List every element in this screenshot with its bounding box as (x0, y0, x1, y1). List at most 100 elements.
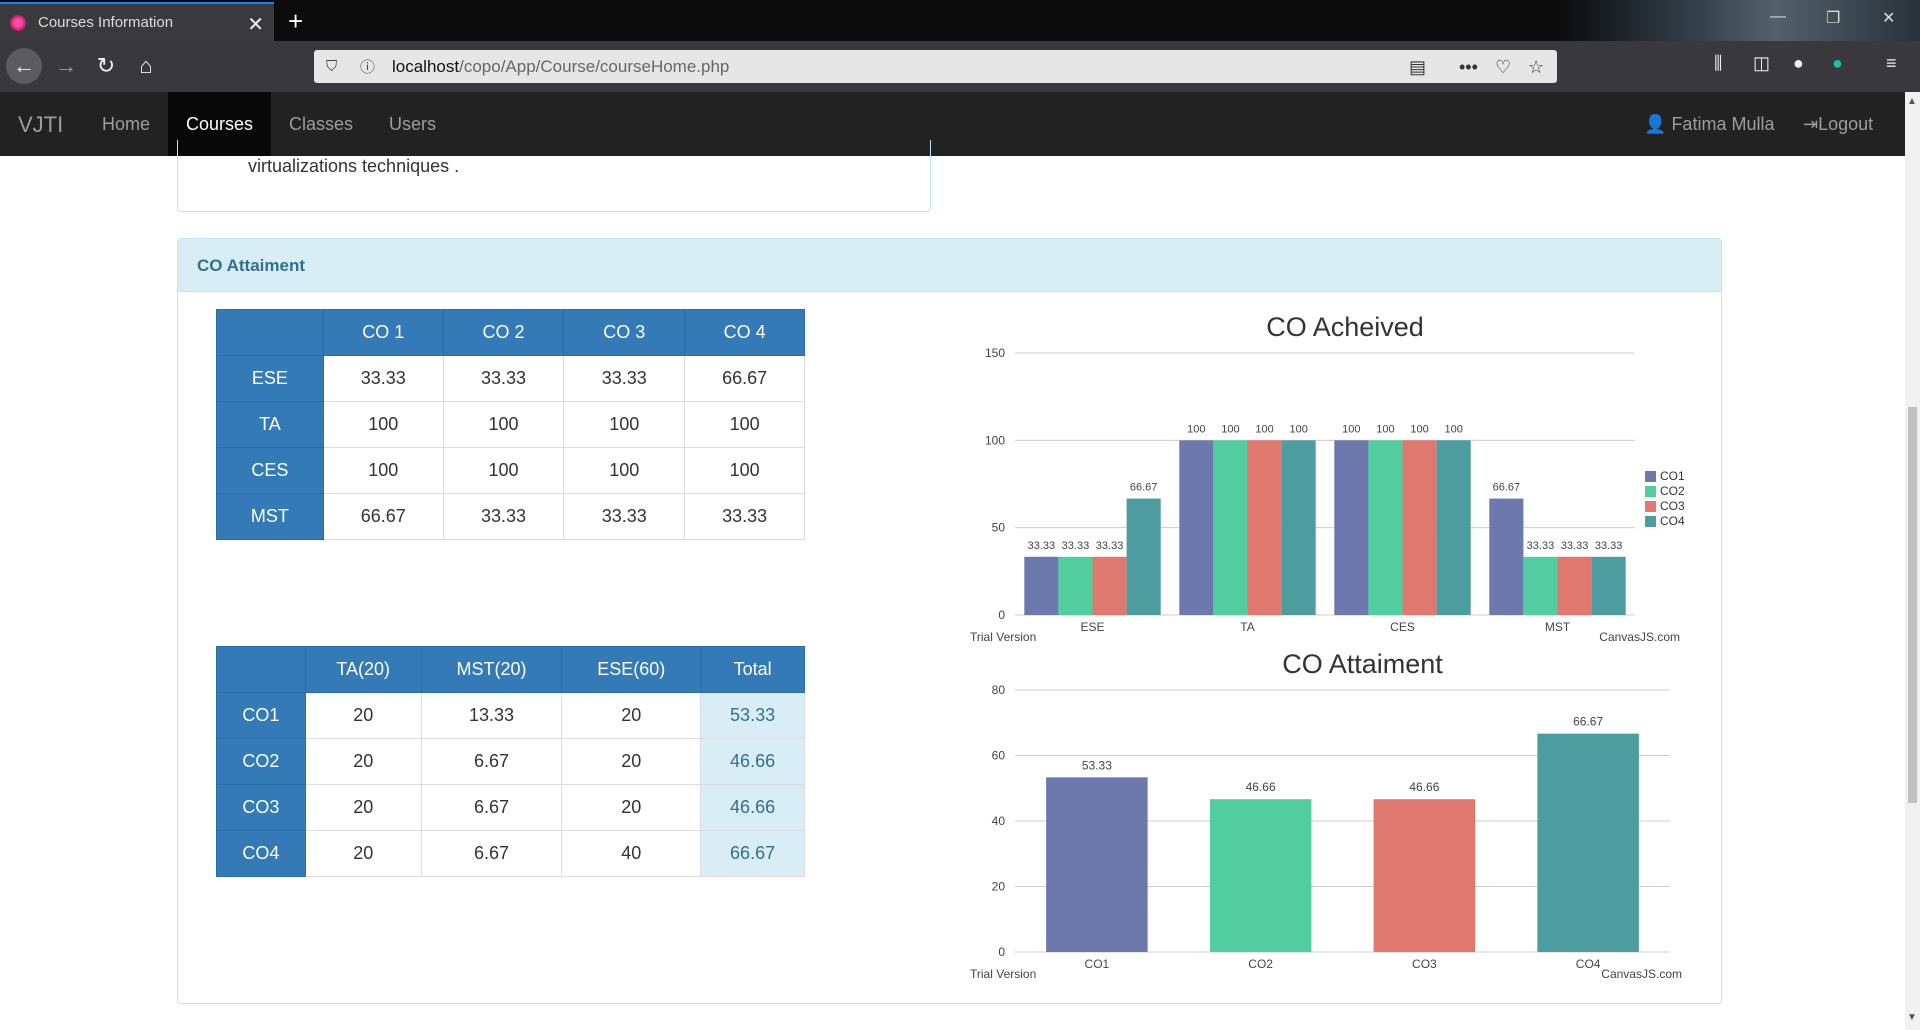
table-cell: 100 (684, 447, 805, 494)
url-bar[interactable]: ⛉ ⓘ localhost/copo/App/Course/courseHome… (314, 50, 1557, 83)
data-label: 100 (1342, 423, 1360, 435)
total-cell: 66.67 (700, 830, 805, 877)
logout-icon: ⇥ (1803, 114, 1819, 134)
library-icon[interactable]: ⫼ (1714, 53, 1722, 74)
y-tick-label: 0 (998, 608, 1005, 622)
account-icon[interactable]: ● (1793, 53, 1804, 74)
course-description-text: virtualizations techniques . (248, 156, 460, 176)
sidebar-icon[interactable]: ◫ (1753, 53, 1770, 74)
forward-icon[interactable]: → (48, 48, 84, 84)
browser-tabbar: Courses Information ✕ + — ❐ ✕ (0, 0, 1920, 92)
reader-view-icon[interactable]: ▤ (1409, 57, 1426, 78)
menu-icon[interactable]: ≡ (1886, 53, 1897, 74)
page-scrollbar[interactable]: ▲ ▼ (1905, 92, 1920, 1030)
row-label: CO1 (216, 692, 306, 739)
bar (1537, 733, 1639, 952)
co-attainment-chart: CO Attaiment 0 20 40 60 80 CO1 53.33 CO2 46.66 CO3… (970, 649, 1682, 981)
panel-heading: CO Attaiment (178, 239, 1721, 292)
table-cell: 66.67 (684, 355, 805, 402)
table-header: CO 1 (322, 309, 444, 356)
row-label: CO4 (216, 830, 306, 877)
y-tick-label: 40 (992, 814, 1006, 828)
row-label: TA (216, 401, 324, 448)
table-cell: 20 (561, 692, 702, 739)
total-cell: 46.66 (700, 738, 805, 785)
scroll-down-icon[interactable]: ▼ (1907, 1012, 1917, 1023)
table-row: MST 66.67 33.33 33.33 33.33 (216, 493, 805, 540)
y-tick-label: 80 (992, 683, 1006, 697)
data-label: 33.33 (1096, 540, 1124, 552)
legend-swatch (1645, 516, 1656, 527)
course-description-panel: virtualizations techniques . (177, 140, 931, 212)
restore-icon[interactable]: ❐ (1826, 8, 1840, 28)
bar (1334, 440, 1369, 615)
window-close-icon[interactable]: ✕ (1882, 8, 1895, 28)
data-label: 100 (1255, 423, 1273, 435)
bar (1213, 440, 1248, 615)
co-achieved-chart: CO Acheived 0 50 100 150 ESE 33.33 33.33 33.33 66… (970, 312, 1685, 644)
new-tab-icon[interactable]: + (288, 6, 303, 37)
legend-label: CO2 (1660, 484, 1685, 498)
table-header (216, 646, 306, 693)
scrollbar-thumb[interactable] (1908, 407, 1917, 803)
scroll-up-icon[interactable]: ▲ (1907, 96, 1917, 107)
bookmark-star-icon[interactable]: ☆ (1528, 57, 1544, 78)
back-icon[interactable]: ← (6, 48, 42, 84)
table-cell: 100 (322, 401, 444, 448)
shield-icon[interactable]: ⛉ (326, 58, 348, 75)
data-label: 33.33 (1062, 540, 1090, 552)
user-menu[interactable]: 👤 Fatima Mulla (1644, 92, 1774, 156)
data-label: 100 (1444, 423, 1462, 435)
x-tick-label: CO1 (1085, 957, 1110, 971)
bar (1523, 556, 1558, 615)
bar (1247, 440, 1282, 615)
table-cell: 20 (561, 738, 702, 785)
close-tab-icon[interactable]: ✕ (247, 12, 264, 37)
y-tick-label: 20 (992, 880, 1006, 894)
row-label: CO2 (216, 738, 306, 785)
tab-title: Courses Information (38, 14, 174, 31)
info-icon[interactable]: ⓘ (360, 56, 382, 77)
table-header: CO 2 (442, 309, 565, 356)
table-cell: 20 (304, 830, 422, 877)
bar (1024, 556, 1059, 615)
home-icon[interactable]: ⌂ (128, 48, 164, 84)
bar (1281, 440, 1316, 615)
table-header: ESE(60) (561, 646, 702, 693)
legend-swatch (1645, 471, 1656, 482)
x-tick-label: MST (1545, 620, 1571, 634)
table-header (216, 309, 324, 356)
bar (1557, 556, 1592, 615)
table-cell: 40 (561, 830, 702, 877)
browser-tab[interactable]: Courses Information ✕ (0, 2, 274, 41)
bar (1402, 440, 1437, 615)
brand-logo[interactable]: VJTI (18, 112, 63, 138)
reload-icon[interactable]: ↻ (88, 48, 124, 84)
logout-link[interactable]: ⇥Logout (1803, 92, 1873, 156)
data-label: 100 (1221, 423, 1239, 435)
legend-label: CO3 (1660, 499, 1685, 513)
nav-home[interactable]: Home (84, 92, 168, 156)
data-label: 33.33 (1527, 540, 1555, 552)
legend-label: CO1 (1660, 469, 1685, 483)
data-label: 100 (1410, 423, 1428, 435)
table-cell: 100 (322, 447, 444, 494)
browser-toolbar: ← → ↻ ⌂ ⛉ ⓘ localhost/copo/App/Course/co… (0, 41, 1920, 92)
data-label: 33.33 (1561, 540, 1589, 552)
extension-icon[interactable]: ● (1832, 53, 1843, 74)
table-row: CO2 20 6.67 20 46.66 (216, 738, 805, 785)
x-tick-label: ESE (1080, 620, 1104, 634)
data-label: 46.66 (1246, 780, 1276, 794)
table-cell: 20 (304, 738, 422, 785)
pocket-icon[interactable]: ♡ (1495, 57, 1511, 78)
table-cell: 33.33 (684, 493, 805, 540)
table-cell: 20 (304, 784, 422, 831)
table-row: CO3 20 6.67 20 46.66 (216, 784, 805, 831)
table-cell: 100 (684, 401, 805, 448)
page-actions-icon[interactable]: ••• (1459, 57, 1478, 78)
y-tick-label: 150 (985, 346, 1005, 360)
minimize-icon[interactable]: — (1770, 8, 1786, 26)
url-host: localhost (392, 56, 460, 76)
bar (1046, 777, 1148, 952)
table-row: TA 100 100 100 100 (216, 401, 805, 448)
